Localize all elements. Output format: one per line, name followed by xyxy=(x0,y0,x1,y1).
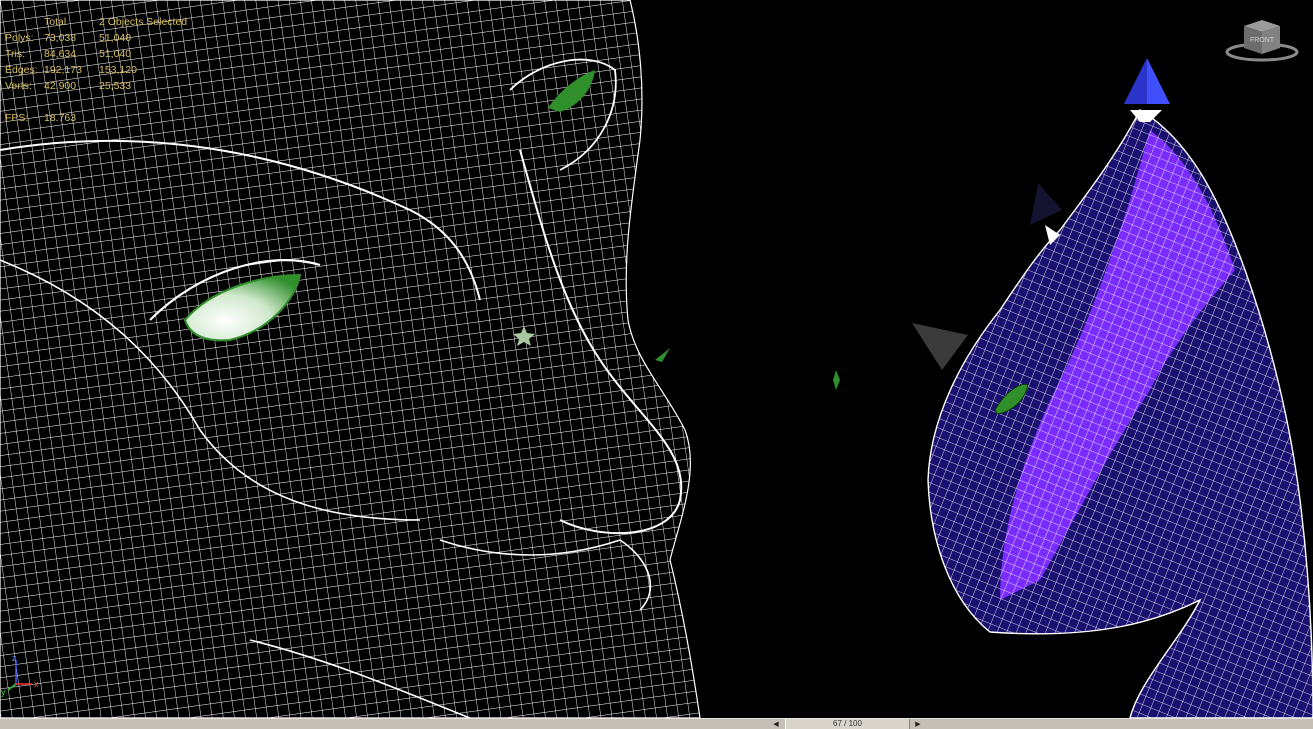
time-slider-label: 67 / 100 xyxy=(833,719,862,728)
scene-render[interactable] xyxy=(0,0,1313,718)
axis-tripod-icon: z x y xyxy=(1,653,39,697)
timeline-prev-icon[interactable]: ◀ xyxy=(770,720,782,728)
head-silhouette xyxy=(0,0,701,718)
camera-cone-dark xyxy=(1030,183,1062,225)
viewcube-face-label: FRONT xyxy=(1250,37,1275,44)
viewcube-icon[interactable]: FRONT xyxy=(1222,16,1300,66)
perspective-viewport[interactable]: Total 2 Objects Selected Polys: 73,038 5… xyxy=(0,0,1313,718)
axis-label-z: z xyxy=(12,653,17,663)
axis-label-y: y xyxy=(1,687,6,697)
small-leaf-b xyxy=(833,370,840,390)
small-leaf-a xyxy=(655,348,670,362)
camera-cone-gray[interactable] xyxy=(912,323,968,370)
pivot-gizmo[interactable] xyxy=(1124,58,1170,122)
head-mesh-left[interactable] xyxy=(0,0,701,718)
head-mesh-right-selected[interactable] xyxy=(927,109,1313,718)
timeline-next-icon[interactable]: ▶ xyxy=(912,720,924,728)
timeline-bar[interactable]: ◀ 67 / 100 ▶ xyxy=(0,718,1313,729)
axis-label-x: x xyxy=(34,679,39,689)
